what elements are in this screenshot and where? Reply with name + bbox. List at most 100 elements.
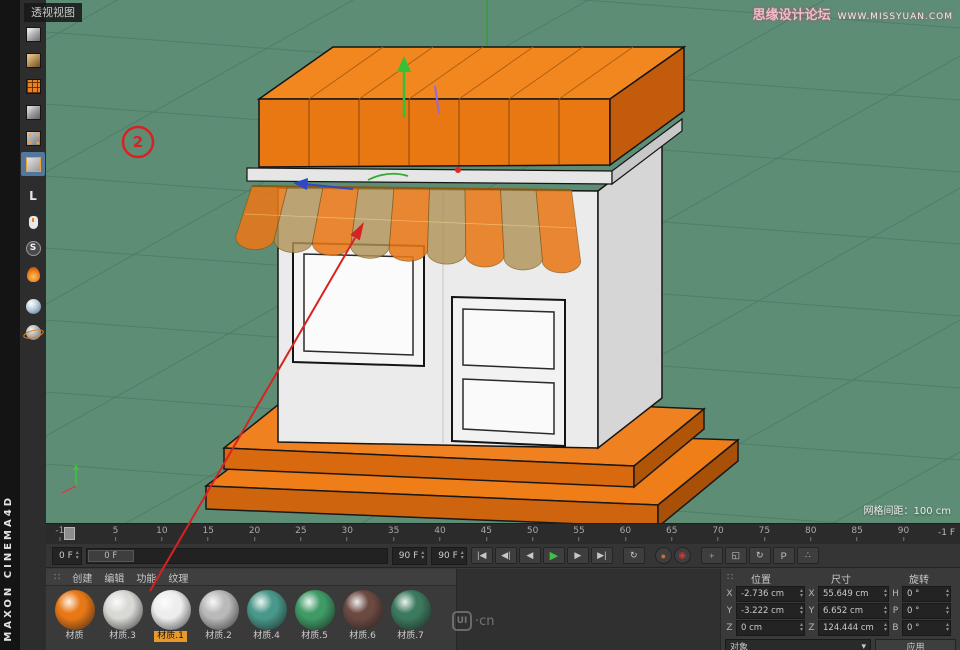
size-x-field[interactable]: 55.649 cm▴▾ <box>818 586 889 602</box>
render-settings-button[interactable] <box>21 294 45 318</box>
field-spinner[interactable]: ▴ ▾ <box>461 551 464 560</box>
size-y-field[interactable]: 6.652 cm▴▾ <box>818 603 889 619</box>
material-item[interactable]: 材质.2 <box>196 590 241 642</box>
material-thumbnail[interactable] <box>295 590 335 630</box>
play-button[interactable]: ▶ <box>543 547 565 564</box>
field-spinner[interactable]: ▴▾ <box>946 623 949 632</box>
polygons-mode-button[interactable] <box>21 152 45 176</box>
paint-tool-button[interactable] <box>21 262 45 286</box>
rotation-h-field[interactable]: 0 °▴▾ <box>902 586 951 602</box>
coordinate-row: Y-3.222 cm▴▾Y6.652 cm▴▾P0 °▴▾ <box>725 602 956 619</box>
timeline-ruler[interactable]: -1 F -1510152025303540455055606570758085… <box>46 523 960 545</box>
timeline-marker[interactable] <box>64 527 75 540</box>
spinner-down-icon[interactable]: ▾ <box>800 628 803 633</box>
material-thumbnail[interactable] <box>151 590 191 630</box>
material-item[interactable]: 材质.7 <box>388 590 433 642</box>
spinner-down-icon[interactable]: ▾ <box>884 628 887 633</box>
material-thumbnail[interactable] <box>55 590 95 630</box>
key-position-button[interactable]: + <box>701 547 723 564</box>
previous-frame-button[interactable]: ◀ <box>519 547 541 564</box>
axis-label: B <box>891 623 900 633</box>
field-spinner[interactable]: ▴ ▾ <box>421 551 424 560</box>
field-spinner[interactable]: ▴▾ <box>946 606 949 615</box>
material-menu-edit[interactable]: 编辑 <box>104 570 124 585</box>
coordinate-space-dropdown[interactable]: 对象 ▾ <box>725 639 871 650</box>
key-scale-button[interactable]: ◱ <box>725 547 747 564</box>
spinner-down-icon[interactable]: ▾ <box>946 594 949 599</box>
model-mode-button[interactable] <box>21 48 45 72</box>
material-item[interactable]: 材质.5 <box>292 590 337 642</box>
goto-start-button[interactable]: |◀ <box>471 547 493 564</box>
material-preview-button[interactable] <box>21 320 45 344</box>
previous-key-button[interactable]: ◀| <box>495 547 517 564</box>
material-item[interactable]: 材质.3 <box>100 590 145 642</box>
position-z-field[interactable]: 0 cm▴▾ <box>736 620 805 636</box>
material-thumbnail[interactable] <box>199 590 239 630</box>
position-y-field[interactable]: -3.222 cm▴▾ <box>736 603 805 619</box>
rotation-b-field[interactable]: 0 °▴▾ <box>902 620 951 636</box>
points-mode-button[interactable] <box>21 126 45 150</box>
material-item[interactable]: 材质.6 <box>340 590 385 642</box>
polygons-mode-icon <box>26 157 41 172</box>
field-spinner[interactable]: ▴▾ <box>946 589 949 598</box>
position-x-field[interactable]: -2.736 cm▴▾ <box>736 586 805 602</box>
autokey-button[interactable]: ◉ <box>674 547 691 564</box>
field-spinner[interactable]: ▴ ▾ <box>76 551 79 560</box>
current-frame-field[interactable]: 0 F ▴ ▾ <box>52 547 82 565</box>
key-parameter-button[interactable]: P <box>773 547 795 564</box>
perspective-viewport[interactable]: 网格间距：100 cm <box>46 0 960 523</box>
timeline-tick: -1 <box>55 526 64 541</box>
texture-mode-button[interactable] <box>21 74 45 98</box>
material-item[interactable]: 材质.1 <box>148 590 193 642</box>
shop-model[interactable] <box>206 47 738 523</box>
material-label: 材质.4 <box>250 631 283 642</box>
goto-end-button[interactable]: ▶| <box>591 547 613 564</box>
key-pla-button[interactable]: ∴ <box>797 547 819 564</box>
material-menu-create[interactable]: 创建 <box>72 570 92 585</box>
field-spinner[interactable]: ▴▾ <box>884 606 887 615</box>
material-item[interactable]: 材质.4 <box>244 590 289 642</box>
spinner-down-icon[interactable]: ▾ <box>421 556 424 561</box>
spinner-down-icon[interactable]: ▾ <box>946 611 949 616</box>
workplane-mode-button[interactable]: L <box>21 184 45 208</box>
material-thumbnail[interactable] <box>247 590 287 630</box>
field-spinner[interactable]: ▴▾ <box>800 623 803 632</box>
material-thumbnail[interactable] <box>103 590 143 630</box>
range-end-field-2[interactable]: 90 F ▴ ▾ <box>431 547 467 565</box>
field-spinner[interactable]: ▴▾ <box>884 589 887 598</box>
spinner-down-icon[interactable]: ▾ <box>946 628 949 633</box>
axis-label: Z <box>725 623 734 633</box>
loop-button[interactable]: ↻ <box>623 547 645 564</box>
material-thumbnail[interactable] <box>343 590 383 630</box>
record-keyframe-button[interactable]: ● <box>655 547 672 564</box>
object-mode-button[interactable] <box>21 100 45 124</box>
key-rotation-button[interactable]: ↻ <box>749 547 771 564</box>
material-menu-function[interactable]: 功能 <box>136 570 156 585</box>
rotation-p-field[interactable]: 0 °▴▾ <box>902 603 951 619</box>
size-z-field[interactable]: 124.444 cm▴▾ <box>818 620 889 636</box>
material-item[interactable]: 材质 <box>52 590 97 642</box>
spinner-down-icon[interactable]: ▾ <box>800 594 803 599</box>
frame-range-slider[interactable]: 0 F <box>86 548 388 564</box>
snap-settings-button[interactable]: S <box>21 236 45 260</box>
mouse-navigation-button[interactable] <box>21 210 45 234</box>
coordinate-rows: X-2.736 cm▴▾X55.649 cm▴▾H0 °▴▾Y-3.222 cm… <box>725 585 956 636</box>
range-end-field-1[interactable]: 90 F ▴ ▾ <box>392 547 428 565</box>
spinner-down-icon[interactable]: ▾ <box>76 556 79 561</box>
spinner-down-icon[interactable]: ▾ <box>461 556 464 561</box>
field-spinner[interactable]: ▴▾ <box>884 623 887 632</box>
make-editable-button[interactable] <box>21 22 45 46</box>
spinner-down-icon[interactable]: ▾ <box>884 611 887 616</box>
spinner-down-icon[interactable]: ▾ <box>800 611 803 616</box>
frame-slider-handle[interactable]: 0 F <box>88 550 134 562</box>
field-spinner[interactable]: ▴▾ <box>800 589 803 598</box>
field-spinner[interactable]: ▴▾ <box>800 606 803 615</box>
apply-button[interactable]: 应用 <box>875 639 956 650</box>
viewport-title[interactable]: 透视视图 <box>24 3 82 22</box>
spinner-down-icon[interactable]: ▾ <box>884 594 887 599</box>
material-menu-texture[interactable]: 纹理 <box>168 570 188 585</box>
gizmo-center-dot[interactable] <box>455 167 461 173</box>
viewport-canvas[interactable] <box>46 0 960 523</box>
material-thumbnail[interactable] <box>391 590 431 630</box>
next-frame-button[interactable]: ▶ <box>567 547 589 564</box>
